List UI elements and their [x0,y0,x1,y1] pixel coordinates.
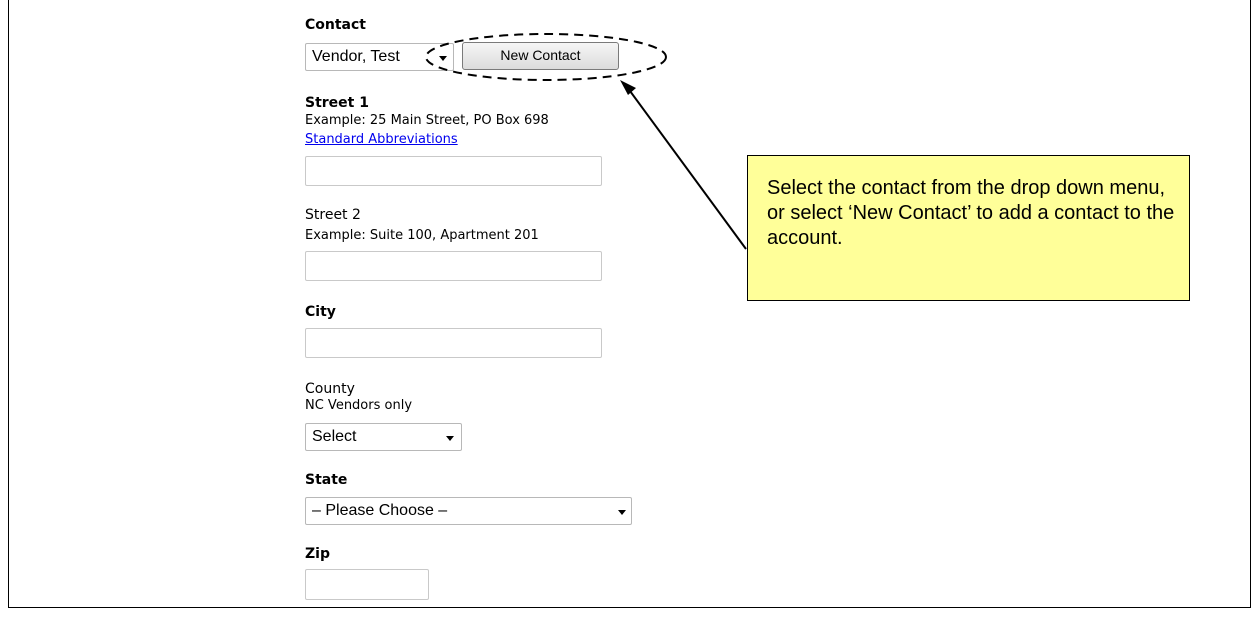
standard-abbreviations-link[interactable]: Standard Abbreviations [305,132,458,147]
state-select-value: – Please Choose – [312,502,448,519]
chevron-down-icon [446,436,454,441]
city-label: City [305,304,336,320]
county-select[interactable]: Select [305,423,462,451]
county-select-value: Select [312,428,357,445]
contact-label: Contact [305,17,366,33]
city-input[interactable] [305,328,602,358]
chevron-down-icon [618,510,626,515]
street1-input[interactable] [305,156,602,186]
callout-box: Select the contact from the drop down me… [747,155,1190,301]
county-note: NC Vendors only [305,398,413,413]
new-contact-button[interactable]: New Contact [462,42,619,70]
street1-label: Street 1 [305,95,369,111]
street2-input[interactable] [305,251,602,281]
callout-text: Select the contact from the drop down me… [767,177,1175,249]
contact-select[interactable]: Vendor, Test [305,43,454,71]
street2-label: Street 2 [305,207,361,223]
zip-input[interactable] [305,569,429,600]
street1-example: Example: 25 Main Street, PO Box 698 [305,113,549,128]
zip-label: Zip [305,546,330,562]
contact-select-value: Vendor, Test [312,48,400,65]
street2-example: Example: Suite 100, Apartment 201 [305,228,539,243]
chevron-down-icon [439,56,447,61]
state-select[interactable]: – Please Choose – [305,497,632,525]
state-label: State [305,472,348,488]
county-label: County [305,381,355,397]
